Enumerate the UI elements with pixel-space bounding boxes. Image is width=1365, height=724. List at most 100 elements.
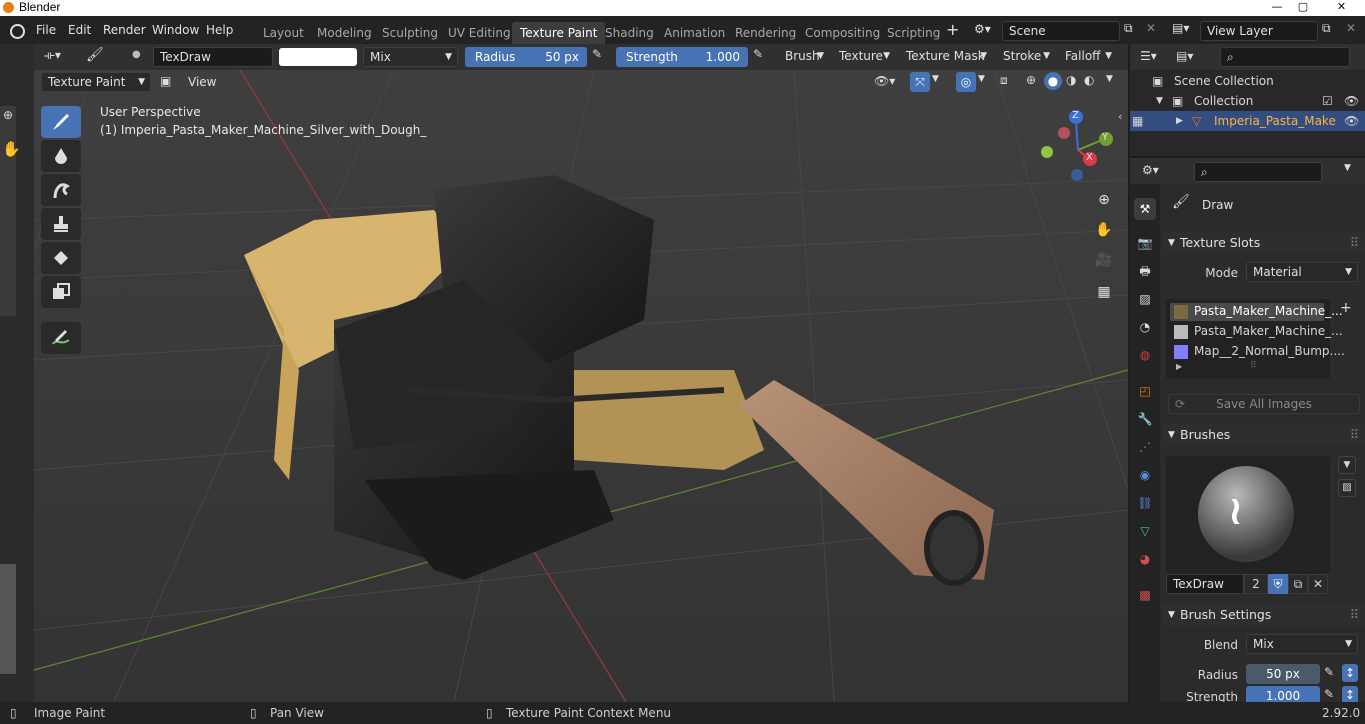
brush-name-input[interactable]: TexDraw [1166,574,1244,594]
fake-user-shield-icon[interactable]: ⛨ [1268,574,1288,594]
properties-editor-type-icon[interactable]: ⚙▾ [1142,163,1159,177]
maximize-icon[interactable]: ▢ [1290,0,1316,16]
chevron-down-icon[interactable]: ▼ [932,74,939,84]
stroke-menu[interactable]: Stroke ▼ [997,47,1055,67]
delete-view-layer-icon[interactable]: ✕ [1346,21,1356,35]
outliner-row-scene-collection[interactable]: ▣ Scene Collection [1130,71,1365,91]
draw-tool-button[interactable] [41,106,81,138]
save-all-images-button[interactable]: ⟳ Save All Images [1168,394,1360,414]
strength-slider[interactable]: Strength 1.000 [616,47,748,67]
brush-preview[interactable]: ≀ [1166,456,1330,574]
brush-image-icon[interactable]: ▨ [1338,479,1356,497]
chevron-down-icon[interactable]: ▼ [1344,163,1351,173]
world-tab-icon[interactable]: ◍ [1134,344,1156,366]
tab-modeling[interactable]: Modeling [309,22,380,44]
tab-scripting[interactable]: Scripting [879,22,948,44]
tab-layout[interactable]: Layout [255,22,312,44]
blender-logo-icon[interactable] [10,24,25,39]
texture-slots-panel-header[interactable]: ▼ Texture Slots ⠿ [1162,232,1365,254]
tab-compositing[interactable]: Compositing [797,22,888,44]
render-tab-icon[interactable]: 📷 [1134,232,1156,254]
camera-view-icon[interactable]: 🎥 [1092,248,1116,272]
data-tab-icon[interactable]: ▽ [1134,520,1156,542]
texture-slot-mode-dropdown[interactable]: Material ▼ [1246,262,1358,282]
view-menu[interactable]: View [188,75,216,89]
menu-window[interactable]: Window [152,23,199,37]
brush-settings-panel-header[interactable]: ▼ Brush Settings ⠿ [1162,604,1365,626]
outliner-row-collection[interactable]: ▼ ▣ Collection ☑ 👁 [1130,91,1365,111]
tool-tab-icon[interactable]: ⚒ [1134,198,1156,220]
texture-slot-list[interactable]: Pasta_Maker_Machine_... Pasta_Maker_Mach… [1166,299,1345,379]
texture-slot-item[interactable]: Pasta_Maker_Machine_... [1194,304,1343,318]
falloff-menu[interactable]: Falloff ▼ [1059,47,1117,67]
sidebar-toggle-icon[interactable]: ‹ [1118,110,1122,123]
drag-handle-icon[interactable]: ⠿ [1350,232,1359,254]
brush-blend-dropdown[interactable]: Mix ▼ [1246,634,1358,654]
chevron-down-icon[interactable]: ▼ [978,74,985,84]
brush-browser-dropdown[interactable]: ▼ [1338,456,1356,474]
brush-type-icon[interactable]: ● [132,49,141,60]
scene-tab-icon[interactable]: ◔ [1134,316,1156,338]
radius-unit-toggle-icon[interactable]: ↕ [1342,664,1358,682]
solid-shading-icon[interactable]: ● [1044,72,1062,90]
outliner-row-object[interactable]: ▦ ▶ ▽ Imperia_Pasta_Make 👁 [1130,111,1365,131]
soften-tool-button[interactable] [41,140,81,172]
drag-handle-icon[interactable]: ⠿ [1350,604,1359,626]
pan-hand-icon[interactable]: ✋ [1092,218,1116,242]
menu-help[interactable]: Help [206,23,233,37]
display-mode-icon[interactable]: ▤▾ [1176,49,1193,63]
delete-scene-icon[interactable]: ✕ [1146,21,1156,35]
mask-tool-button[interactable] [41,276,81,308]
outliner-editor-type-icon[interactable]: ☰▾ [1140,49,1157,63]
radius-pressure-icon[interactable]: ✎ [592,47,602,61]
duplicate-brush-icon[interactable]: ⧉ [1288,574,1308,594]
texture-slot-toggle-icon[interactable]: ▣ [160,74,171,88]
tab-rendering[interactable]: Rendering [727,22,804,44]
expand-arrow-icon[interactable]: ▶ [1176,362,1182,371]
texture-mask-menu[interactable]: Texture Mask ▼ [900,47,992,67]
expand-arrow-icon[interactable]: ▼ [1156,91,1163,111]
resize-handle-icon[interactable]: ⠿ [1250,361,1257,371]
tab-uv-editing[interactable]: UV Editing [440,22,519,44]
menu-render[interactable]: Render [103,23,146,37]
menu-file[interactable]: File [36,23,56,37]
tab-animation[interactable]: Animation [656,22,733,44]
visibility-icon[interactable]: 👁▾ [874,74,895,88]
left-strip-plus-icon[interactable]: ⊕ [3,108,13,122]
modifier-tab-icon[interactable]: 🔧 [1134,408,1156,430]
overlay-toggle-icon[interactable]: ◎ [956,72,976,92]
tab-texture-paint[interactable]: Texture Paint [512,22,606,44]
new-view-layer-icon[interactable]: ⧉ [1322,21,1331,36]
constraints-tab-icon[interactable]: ⛓ [1134,492,1156,514]
3d-viewport[interactable]: Z Y X Texture Paint ▼ ▣ View 👁▾ ⤧ ▼ ◎ ▼ ⧈… [34,70,1128,702]
perspective-toggle-icon[interactable]: ▦ [1092,280,1116,304]
object-tab-icon[interactable]: ◰ [1134,380,1156,402]
brushes-panel-header[interactable]: ▼ Brushes ⠿ [1162,424,1365,446]
exclude-checkbox-icon[interactable]: ☑ [1322,91,1333,111]
view-layer-tab-icon[interactable]: ▨ [1134,288,1156,310]
brush-name-field[interactable]: TexDraw [153,47,273,67]
material-shading-icon[interactable]: ◑ [1066,73,1076,87]
chevron-down-icon[interactable]: ▼ [1106,74,1113,84]
expand-arrow-icon[interactable]: ▶ [1176,111,1183,131]
brush-color-swatch[interactable] [279,48,357,66]
wireframe-shading-icon[interactable]: ⊕ [1026,73,1036,87]
close-icon[interactable]: ✕ [1318,0,1365,16]
add-workspace-icon[interactable]: + [946,20,959,39]
drag-handle-icon[interactable]: ⠿ [1350,424,1359,446]
mode-dropdown[interactable]: Texture Paint ▼ [41,72,151,92]
brush-radius-field[interactable]: 50 px [1246,664,1320,684]
zoom-icon[interactable]: ⊕ [1092,188,1116,212]
outliner-search-input[interactable]: ⌕ [1220,47,1350,67]
brush-menu[interactable]: Brush ▼ [779,47,829,67]
rendered-shading-icon[interactable]: ◐ [1084,73,1094,87]
texture-tab-icon[interactable]: ▩ [1134,584,1156,606]
scene-selector-icon[interactable]: ⚙▾ [974,22,991,36]
scene-name-field[interactable]: Scene [1002,21,1120,41]
eye-icon[interactable]: 👁 [1344,91,1359,111]
radius-slider[interactable]: Radius 50 px [465,47,587,67]
strength-pressure-icon[interactable]: ✎ [1324,687,1334,701]
tab-shading[interactable]: Shading [597,22,662,44]
properties-search-input[interactable]: ⌕ [1194,162,1322,182]
eye-icon[interactable]: 👁 [1344,111,1359,131]
